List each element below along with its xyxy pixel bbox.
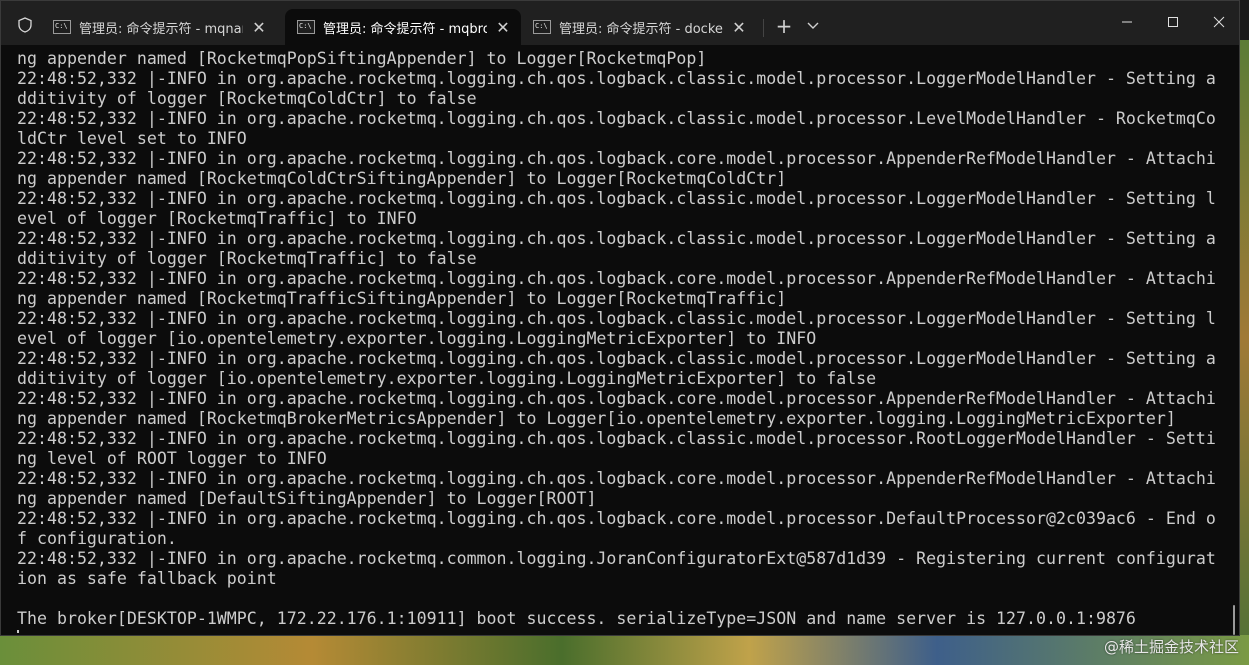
minimize-icon [1122,21,1132,23]
command-prompt-icon [533,20,551,34]
shield-icon [18,17,32,33]
title-bar[interactable]: 管理员: 命令提示符 - mqnamesrv ✕ 管理员: 命令提示符 - mq… [1,1,1239,45]
tab-docker-run[interactable]: 管理员: 命令提示符 - docker run ✕ [521,9,757,45]
terminal-line: 22:48:52,332 |-INFO in org.apache.rocket… [17,229,1216,248]
terminal-line: dditivity of logger [io.opentelemetry.ex… [17,369,877,388]
close-window-button[interactable] [1196,7,1242,37]
terminal-line: 22:48:52,332 |-INFO in org.apache.rocket… [17,269,1216,288]
terminal-line: dditivity of logger [RocketmqTraffic] to… [17,249,477,268]
terminal-line: 22:48:52,332 |-INFO in org.apache.rocket… [17,109,1216,128]
terminal-line: ng appender named [DefaultSiftingAppende… [17,489,597,508]
tab-dropdown-button[interactable] [801,13,825,39]
terminal-line: evel of logger [io.opentelemetry.exporte… [17,329,817,348]
scrollbar-thumb[interactable] [1233,605,1235,635]
terminal-line: 22:48:52,332 |-INFO in org.apache.rocket… [17,69,1216,88]
terminal-line: ng appender named [RocketmqColdCtrSiftin… [17,169,787,188]
new-tab-button[interactable]: + [771,13,797,39]
terminal-line: ldCtr level set to INFO [17,129,247,148]
close-tab-button[interactable]: ✕ [247,15,271,39]
tab-divider [763,19,764,37]
terminal-line: ng appender named [RocketmqPopSiftingApp… [17,49,707,68]
close-tab-button[interactable]: ✕ [727,15,751,39]
tab-label: 管理员: 命令提示符 - docker run [559,21,723,37]
tab-mqbroker[interactable]: 管理员: 命令提示符 - mqbroker ✕ [285,9,521,45]
prompt-line[interactable] [17,629,1227,633]
terminal-line: 22:48:52,332 |-INFO in org.apache.rocket… [17,389,1216,408]
terminal-output[interactable]: ng appender named [RocketmqPopSiftingApp… [17,49,1227,633]
terminal-line: 22:48:52,332 |-INFO in org.apache.rocket… [17,549,1216,568]
command-prompt-icon [297,20,315,34]
close-tab-button[interactable]: ✕ [491,15,515,39]
terminal-line: 22:48:52,332 |-INFO in org.apache.rocket… [17,149,1216,168]
terminal-line: 22:48:52,332 |-INFO in org.apache.rocket… [17,349,1216,368]
terminal-line: ng appender named [RocketmqTrafficSiftin… [17,289,787,308]
command-prompt-icon [53,20,71,34]
close-icon [1213,16,1225,28]
chevron-down-icon [807,22,819,29]
terminal-line: The broker[DESKTOP-1WMPC, 172.22.176.1:1… [17,609,1136,628]
watermark-text: @稀土掘金技术社区 [1103,638,1239,656]
tab-label: 管理员: 命令提示符 - mqnamesrv [79,21,243,37]
terminal-line: 22:48:52,332 |-INFO in org.apache.rocket… [17,309,1216,328]
text-cursor [17,630,19,633]
terminal-line: ng appender named [RocketmqBrokerMetrics… [17,409,1176,428]
terminal-line: 22:48:52,332 |-INFO in org.apache.rocket… [17,429,1216,448]
terminal-window: 管理员: 命令提示符 - mqnamesrv ✕ 管理员: 命令提示符 - mq… [0,0,1240,636]
terminal-line: 22:48:52,332 |-INFO in org.apache.rocket… [17,469,1216,488]
terminal-line: evel of logger [RocketmqTraffic] to INFO [17,209,417,228]
tab-label: 管理员: 命令提示符 - mqbroker [323,21,487,37]
terminal-line: f configuration. [17,529,177,548]
terminal-line: 22:48:52,332 |-INFO in org.apache.rocket… [17,509,1216,528]
maximize-button[interactable] [1150,7,1196,37]
terminal-line: ion as safe fallback point [17,569,277,588]
minimize-button[interactable] [1104,7,1150,37]
terminal-line: 22:48:52,332 |-INFO in org.apache.rocket… [17,189,1216,208]
terminal-line: dditivity of logger [RocketmqColdCtr] to… [17,89,477,108]
tab-mqnamesrv[interactable]: 管理员: 命令提示符 - mqnamesrv ✕ [41,9,277,45]
desktop-wallpaper-edge [1240,40,1249,635]
maximize-icon [1168,17,1178,27]
terminal-line: ng level of ROOT logger to INFO [17,449,327,468]
desktop-wallpaper [0,635,1249,665]
